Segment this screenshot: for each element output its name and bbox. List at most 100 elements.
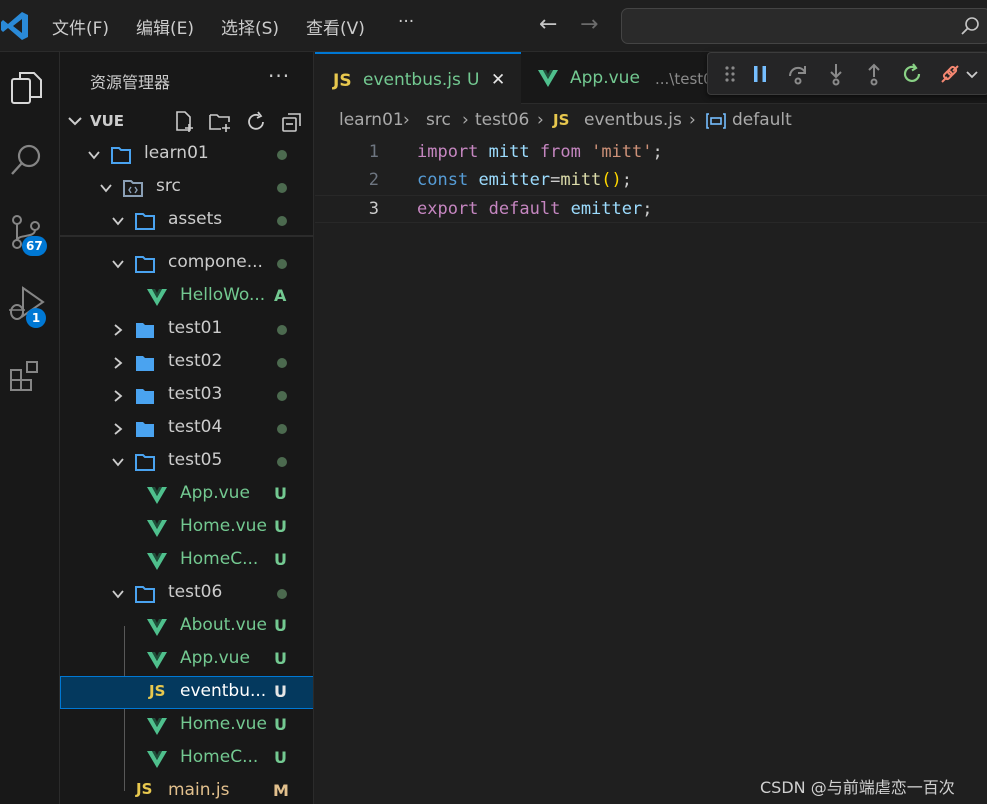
tree-item-components[interactable]: compone...	[60, 247, 313, 280]
code-token: ;	[652, 142, 663, 162]
tab-app-vue[interactable]: App.vue ...\test0	[521, 52, 713, 104]
step-into-icon[interactable]	[824, 62, 848, 86]
folder-open-icon	[135, 256, 155, 273]
symbol-variable-icon	[706, 113, 726, 129]
step-out-icon[interactable]	[862, 62, 886, 86]
tree-item-test04[interactable]: test04	[60, 412, 313, 445]
breadcrumb-item[interactable]: test06	[475, 110, 529, 130]
tree-item-learn01[interactable]: learn01	[60, 138, 313, 171]
tree-item-label: Home.vue	[180, 516, 267, 536]
tree-item-test03[interactable]: test03	[60, 379, 313, 412]
breadcrumb-item[interactable]: src	[426, 110, 451, 130]
tree-item-test06-homec[interactable]: HomeC... U	[60, 742, 313, 775]
code-token: mitt	[488, 142, 530, 162]
new-folder-icon[interactable]	[208, 110, 232, 134]
git-status-dot	[277, 391, 287, 401]
menu-view[interactable]: 查看(V)	[306, 14, 365, 39]
tree-item-label: About.vue	[180, 615, 267, 635]
tree-item-test01[interactable]: test01	[60, 313, 313, 346]
git-status-dot	[277, 457, 287, 467]
tree-item-test05-home-vue[interactable]: Home.vue U	[60, 511, 313, 544]
chevron-right-icon: ›	[462, 110, 469, 130]
vue-file-icon	[147, 652, 167, 669]
folder-closed-icon	[136, 389, 154, 404]
git-status-badge: M	[273, 781, 289, 800]
code-token: ;	[621, 170, 633, 190]
chevron-down-icon	[100, 184, 112, 193]
git-status-badge: U	[274, 484, 287, 503]
chevron-down-icon[interactable]	[964, 62, 980, 86]
tree-item-eventbus-js[interactable]: JS eventbu... U	[60, 676, 313, 709]
breadcrumb-item[interactable]: eventbus.js	[584, 110, 682, 130]
close-icon[interactable]: ✕	[491, 70, 505, 90]
watermark-text: CSDN @与前端虐恋一百次	[760, 778, 955, 797]
collapse-all-icon[interactable]	[280, 110, 304, 134]
menu-edit[interactable]: 编辑(E)	[136, 14, 194, 39]
git-status-badge: U	[274, 682, 287, 701]
chevron-right-icon	[114, 423, 123, 435]
breadcrumb-item[interactable]: learn01	[339, 110, 404, 130]
git-status-badge: U	[274, 715, 287, 734]
explorer-more-button[interactable]: ···	[268, 64, 290, 88]
chevron-down-icon	[112, 458, 124, 467]
menu-more[interactable]: ···	[398, 12, 414, 32]
tree-item-main-js[interactable]: JS main.js M	[60, 775, 313, 804]
step-over-icon[interactable]	[786, 62, 810, 86]
chevron-right-icon	[114, 357, 123, 369]
tree-item-test06[interactable]: test06	[60, 577, 313, 610]
tree-item-label: test02	[168, 351, 223, 371]
tree-item-helloworld[interactable]: HelloWo... A	[60, 280, 313, 313]
tree-item-label: App.vue	[180, 648, 250, 668]
activity-bar: 67 1	[0, 52, 60, 804]
menu-file[interactable]: 文件(F)	[52, 14, 109, 39]
breadcrumb-item[interactable]: default	[732, 110, 792, 130]
pause-icon[interactable]	[748, 62, 772, 86]
tree-item-assets[interactable]: assets	[60, 204, 313, 237]
vue-file-icon	[147, 718, 167, 735]
chevron-down-icon	[112, 217, 124, 226]
editor-area: JS eventbus.js U ✕ App.vue ...\test0 lea…	[315, 52, 987, 804]
code-token: 'mitt'	[591, 142, 653, 162]
menu-selection[interactable]: 选择(S)	[221, 14, 279, 39]
code-token: const	[417, 170, 469, 190]
debug-badge: 1	[26, 308, 46, 328]
explorer-sidebar: 资源管理器 ··· VUE learn01 src assets compone…	[60, 52, 314, 804]
code-line[interactable]: 1 import mitt from 'mitt';	[315, 139, 987, 167]
drag-handle-icon[interactable]	[718, 62, 742, 86]
code-line-current[interactable]: 3 export default emitter;	[315, 195, 987, 223]
code-line[interactable]: 2 const emitter=mitt();	[315, 167, 987, 195]
code-text: export default emitter;	[417, 199, 652, 219]
tree-item-src[interactable]: src	[60, 171, 313, 204]
tree-item-test06-about-vue[interactable]: About.vue U	[60, 610, 313, 643]
tree-item-test05[interactable]: test05	[60, 445, 313, 478]
new-file-icon[interactable]	[172, 110, 196, 134]
code-text: import mitt from 'mitt';	[417, 142, 663, 162]
tree-item-test02[interactable]: test02	[60, 346, 313, 379]
tab-eventbus-js[interactable]: JS eventbus.js U ✕	[315, 52, 521, 104]
tab-label: eventbus.js	[363, 70, 461, 90]
disconnect-icon[interactable]	[938, 62, 962, 86]
git-status-dot	[277, 183, 287, 193]
tree-item-test06-app-vue[interactable]: App.vue U	[60, 643, 313, 676]
command-center-search[interactable]	[621, 8, 987, 44]
explorer-icon[interactable]	[7, 68, 47, 108]
git-status-dot	[277, 424, 287, 434]
tab-status: U	[467, 70, 480, 90]
git-status-dot	[277, 259, 287, 269]
forward-arrow-icon[interactable]: →	[580, 12, 598, 37]
js-file-icon: JS	[333, 71, 352, 91]
refresh-icon[interactable]	[244, 110, 268, 134]
search-icon[interactable]	[7, 140, 47, 180]
tree-item-label: main.js	[168, 780, 230, 800]
tree-item-test06-home-vue[interactable]: Home.vue U	[60, 709, 313, 742]
restart-icon[interactable]	[900, 62, 924, 86]
extensions-icon[interactable]	[7, 356, 47, 396]
workspace-header[interactable]: VUE	[60, 108, 313, 138]
back-arrow-icon[interactable]: ←	[539, 12, 557, 37]
git-status-dot	[277, 358, 287, 368]
tree-item-test05-app-vue[interactable]: App.vue U	[60, 478, 313, 511]
chevron-down-icon	[68, 117, 82, 126]
tree-item-test05-homec[interactable]: HomeC... U	[60, 544, 313, 577]
